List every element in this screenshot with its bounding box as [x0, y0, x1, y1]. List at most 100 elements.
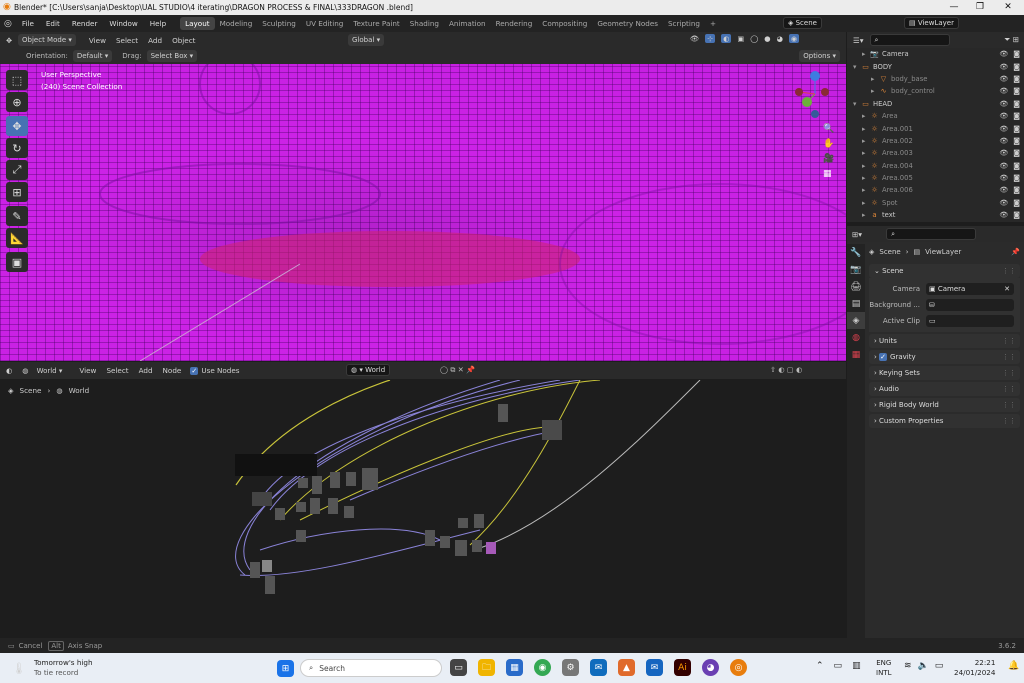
- outliner-item[interactable]: ▸ ☼ Area.006 👁 ◙: [847, 184, 1024, 196]
- discord-icon[interactable]: ◕: [702, 659, 719, 676]
- rotate-tool-icon[interactable]: ↻: [6, 138, 28, 158]
- disclosure-icon[interactable]: ▸: [862, 162, 870, 170]
- world-selector[interactable]: ◍ ▾ World: [346, 364, 391, 376]
- drag-handle-icon[interactable]: ⋮⋮: [1002, 353, 1016, 361]
- navigation-gizmo[interactable]: [795, 70, 835, 120]
- pan-hand-icon[interactable]: ✋: [823, 139, 834, 149]
- tab-compositing[interactable]: Compositing: [537, 17, 592, 30]
- tab-geometry-nodes[interactable]: Geometry Nodes: [592, 17, 663, 30]
- disclosure-icon[interactable]: ▸: [862, 50, 870, 58]
- drag-handle-icon[interactable]: ⋮⋮: [1002, 369, 1016, 377]
- tab-sculpting[interactable]: Sculpting: [257, 17, 301, 30]
- disclosure-icon[interactable]: ▾: [853, 63, 861, 71]
- scale-tool-icon[interactable]: ⤢: [6, 160, 28, 180]
- node-editor-type-icon[interactable]: ◐: [0, 366, 18, 375]
- tab-uv-editing[interactable]: UV Editing: [301, 17, 349, 30]
- outliner-item[interactable]: ▸ ☼ Area 👁 ◙: [847, 110, 1024, 122]
- tab-scripting[interactable]: Scripting: [663, 17, 705, 30]
- menu-view[interactable]: View: [84, 36, 111, 45]
- properties-search-input[interactable]: ⌕: [886, 228, 977, 240]
- camera-field[interactable]: ▣ Camera ✕: [926, 283, 1014, 295]
- render-camera-icon[interactable]: ◙: [1013, 137, 1020, 145]
- visibility-eye-icon[interactable]: 👁: [999, 87, 1008, 95]
- view-layer-tab-icon[interactable]: ▤: [847, 295, 865, 312]
- render-camera-icon[interactable]: ◙: [1013, 211, 1020, 219]
- render-camera-icon[interactable]: ◙: [1013, 50, 1020, 58]
- visibility-eye-icon[interactable]: 👁: [999, 63, 1008, 71]
- disclosure-icon[interactable]: ▸: [871, 75, 879, 83]
- use-nodes-checkbox[interactable]: ✓ Use Nodes: [190, 366, 240, 375]
- outliner-item[interactable]: ▸ 📷 Camera 👁 ◙: [847, 48, 1024, 60]
- notification-icon[interactable]: 🔔: [1008, 661, 1019, 671]
- panel-header[interactable]: › Keying Sets ⋮⋮: [869, 366, 1020, 380]
- visibility-eye-icon[interactable]: 👁: [999, 211, 1008, 219]
- outliner-item[interactable]: ▸ ☼ Area.002 👁 ◙: [847, 135, 1024, 147]
- output-tab-icon[interactable]: 🖨: [847, 278, 865, 295]
- tab-animation[interactable]: Animation: [444, 17, 491, 30]
- add-cube-tool-icon[interactable]: ▣: [6, 252, 28, 272]
- texture-tab-icon[interactable]: ▦: [847, 346, 865, 363]
- windows-start-icon[interactable]: ⊞: [277, 660, 294, 677]
- visibility-eye-icon[interactable]: 👁: [999, 75, 1008, 83]
- render-camera-icon[interactable]: ◙: [1013, 75, 1020, 83]
- render-camera-icon[interactable]: ◙: [1013, 162, 1020, 170]
- menu-file[interactable]: File: [16, 19, 40, 28]
- settings-icon[interactable]: ⚙: [562, 659, 579, 676]
- clock[interactable]: 22:21 24/01/2024: [954, 658, 995, 678]
- network-icon[interactable]: ▥: [852, 661, 861, 671]
- cursor-tool-icon[interactable]: ⊕: [6, 92, 28, 112]
- render-camera-icon[interactable]: ◙: [1013, 199, 1020, 207]
- grid-view-icon[interactable]: ▦: [823, 169, 834, 179]
- drag-handle-icon[interactable]: ⋮⋮: [1002, 385, 1016, 393]
- disclosure-icon[interactable]: ▸: [862, 186, 870, 194]
- outliner-search-input[interactable]: ⌕: [869, 34, 950, 46]
- visibility-eye-icon[interactable]: 👁: [999, 186, 1008, 194]
- world-tab-icon[interactable]: ◍: [847, 329, 865, 346]
- tab-shading[interactable]: Shading: [405, 17, 444, 30]
- transform-tool-icon[interactable]: ⊞: [6, 182, 28, 202]
- outliner-item[interactable]: ▾ ▭ BODY 👁 ◙: [847, 60, 1024, 72]
- drag-handle-icon[interactable]: ⋮⋮: [1002, 417, 1016, 425]
- scene-panel-header[interactable]: ⌄ Scene ⋮⋮: [869, 264, 1020, 278]
- scene-tab-icon[interactable]: ◈: [847, 312, 865, 329]
- disclosure-icon[interactable]: ▸: [862, 137, 870, 145]
- tab-modeling[interactable]: Modeling: [215, 17, 258, 30]
- blender-taskbar-icon[interactable]: ◎: [730, 659, 747, 676]
- app-icon[interactable]: ▲: [618, 659, 635, 676]
- render-camera-icon[interactable]: ◙: [1013, 125, 1020, 133]
- shading-wireframe-icon[interactable]: ◯: [750, 34, 758, 43]
- disclosure-icon[interactable]: ▸: [862, 125, 870, 133]
- wifi-icon[interactable]: ≋: [904, 661, 912, 671]
- panel-header[interactable]: › Units ⋮⋮: [869, 334, 1020, 348]
- outliner-item[interactable]: ▾ ▭ HEAD 👁 ◙: [847, 98, 1024, 110]
- weather-icon[interactable]: 🌡: [12, 662, 26, 675]
- menu-help[interactable]: Help: [144, 19, 172, 28]
- render-camera-icon[interactable]: ◙: [1013, 149, 1020, 157]
- visibility-eye-icon[interactable]: 👁: [999, 50, 1008, 58]
- disclosure-icon[interactable]: ▸: [862, 211, 870, 219]
- visibility-eye-icon[interactable]: 👁: [999, 199, 1008, 207]
- visibility-eye-icon[interactable]: 👁: [999, 100, 1008, 108]
- node-editor-canvas[interactable]: [0, 379, 846, 638]
- outliner-item[interactable]: ▸ ☼ Area.003 👁 ◙: [847, 147, 1024, 159]
- zoom-icon[interactable]: 🔍: [823, 124, 834, 134]
- xray-icon[interactable]: ▣: [737, 34, 744, 43]
- overlay-icon[interactable]: ◐: [721, 34, 732, 43]
- taskbar-search[interactable]: ⌕ Search: [300, 659, 442, 677]
- clear-icon[interactable]: ✕: [1004, 285, 1010, 293]
- visibility-eye-icon[interactable]: 👁: [999, 125, 1008, 133]
- menu-add[interactable]: Add: [143, 36, 167, 45]
- properties-type-icon[interactable]: ⊞▾: [852, 230, 862, 239]
- shading-rendered-icon[interactable]: ◉: [788, 34, 800, 43]
- render-camera-icon[interactable]: ◙: [1013, 174, 1020, 182]
- outliner-item[interactable]: ▸ ☼ Area.005 👁 ◙: [847, 172, 1024, 184]
- visibility-eye-icon[interactable]: 👁: [999, 137, 1008, 145]
- world-datablock-icons[interactable]: ◯ ⧉ ✕ 📌: [440, 365, 475, 375]
- illustrator-icon[interactable]: Ai: [674, 659, 691, 676]
- disclosure-icon[interactable]: ▸: [862, 174, 870, 182]
- outliner-item[interactable]: ▸ ∿ body_control 👁 ◙: [847, 85, 1024, 97]
- disclosure-icon[interactable]: ▸: [871, 87, 879, 95]
- camera-view-icon[interactable]: 🎥: [823, 154, 834, 164]
- outliner-item[interactable]: ▸ ☼ Area.001 👁 ◙: [847, 122, 1024, 134]
- shader-type-select[interactable]: World ▾: [33, 365, 67, 377]
